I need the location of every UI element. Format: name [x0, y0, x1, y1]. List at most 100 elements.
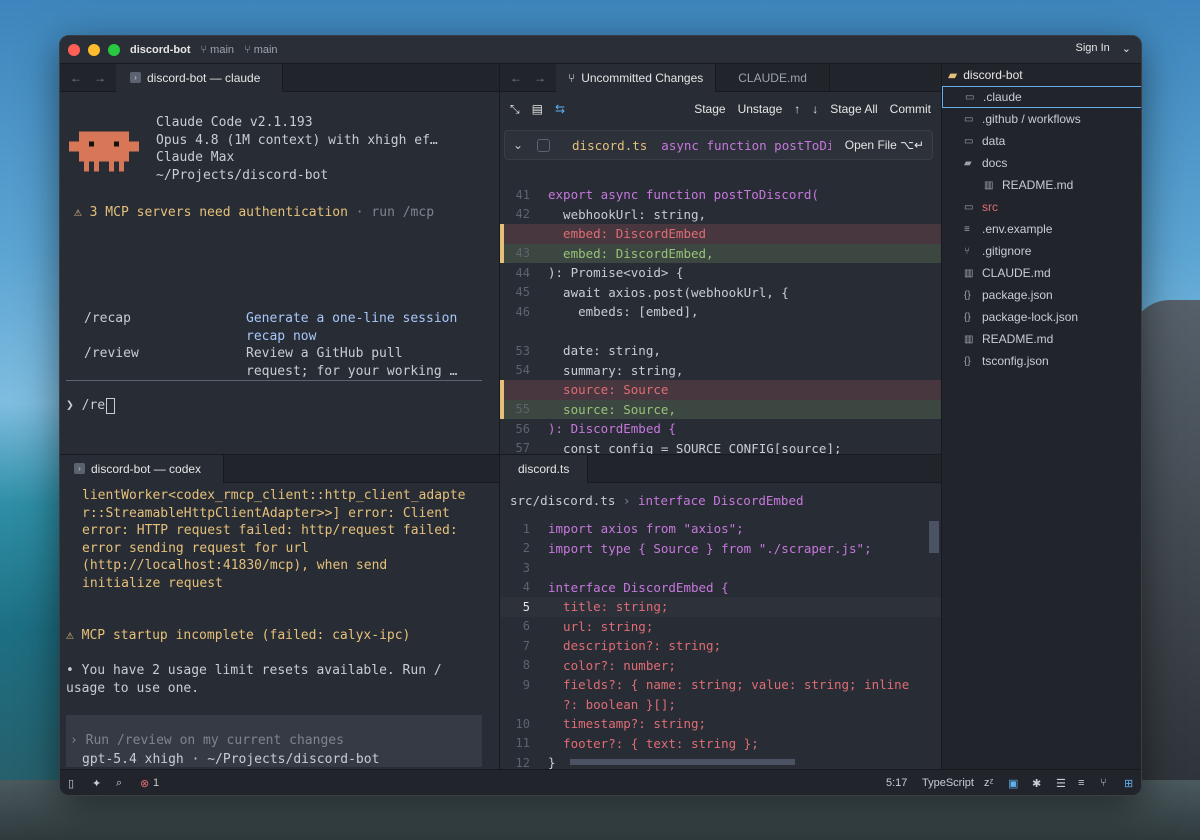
stage-all-button[interactable]: Stage All: [830, 102, 877, 116]
plan-text: Claude Max: [156, 150, 235, 165]
tree-item[interactable]: ▭ src: [964, 196, 998, 218]
tab-claude-terminal[interactable]: › discord-bot — claude: [116, 64, 284, 92]
breadcrumb-separator-icon: ›: [615, 492, 638, 508]
usage-line: usage to use one.: [66, 680, 200, 696]
tree-item[interactable]: ▥ README.md: [964, 328, 1053, 350]
zoom-button[interactable]: [108, 43, 120, 56]
tree-item[interactable]: {} tsconfig.json: [964, 350, 1049, 372]
tab-discord-ts[interactable]: discord.ts: [500, 455, 589, 483]
scrollbar-thumb[interactable]: [929, 521, 939, 553]
error-icon[interactable]: ⊗: [140, 777, 149, 790]
staged-marker: [500, 399, 504, 419]
braces-icon: {}: [964, 289, 971, 301]
diff-line: 46 embeds: [embed],: [500, 302, 941, 322]
code-line: 3: [500, 558, 941, 578]
bug-icon[interactable]: ✱: [1032, 777, 1041, 790]
breadcrumb-symbol[interactable]: interface DiscordEmbed: [638, 493, 804, 508]
auth-warning: ⚠ 3 MCP servers need authentication: [74, 205, 348, 220]
folder-icon: ▭: [964, 113, 974, 125]
branch-selector[interactable]: ⑂ main: [201, 44, 235, 56]
line-number: 56: [515, 421, 530, 436]
auth-warning-hint: · run /mcp: [347, 205, 435, 220]
tree-item[interactable]: {} package.json: [964, 284, 1053, 306]
book-icon: ▥: [964, 333, 974, 345]
code-text: embed: DiscordEmbed,: [548, 245, 714, 261]
stage-button[interactable]: Stage: [694, 102, 725, 116]
wrap-icon[interactable]: ⇆: [555, 102, 565, 116]
tree-item[interactable]: ▭ data: [964, 130, 1005, 152]
tree-item[interactable]: ▭ .github / workflows: [964, 108, 1081, 130]
stage-checkbox[interactable]: [537, 138, 551, 152]
prompt-input[interactable]: ❯ /re: [66, 397, 116, 415]
code-text: title: string;: [548, 599, 669, 615]
horizontal-scrollbar[interactable]: [570, 759, 795, 765]
chevron-right-icon: ›: [70, 733, 86, 749]
breadcrumb-file[interactable]: src/discord.ts: [510, 493, 615, 508]
project-name[interactable]: discord-bot: [130, 44, 191, 56]
braces-icon: {}: [964, 355, 971, 367]
tree-root[interactable]: ▰ discord-bot: [948, 64, 1023, 86]
tab-claude-md[interactable]: CLAUDE.md: [716, 64, 830, 92]
tree-item[interactable]: ▥ CLAUDE.md: [964, 262, 1051, 284]
close-button[interactable]: [68, 43, 80, 56]
tab-uncommitted-changes[interactable]: ⑂ Uncommitted Changes: [556, 64, 717, 92]
up-arrow-icon[interactable]: ↑: [794, 102, 800, 116]
sidebar-toggle-icon[interactable]: ▯: [68, 777, 74, 790]
command-item[interactable]: /review Review a GitHub pull request; for…: [84, 345, 494, 380]
panel-icon[interactable]: ▣: [1008, 777, 1018, 790]
code-line: 1 import axios from "axios";: [500, 519, 941, 539]
line-number: 7: [522, 638, 530, 653]
git-icon[interactable]: ⑂: [1100, 777, 1107, 789]
minimize-button[interactable]: [88, 43, 100, 56]
code-text: const config = SOURCE_CONFIG[source];: [548, 440, 842, 454]
command-desc: request; for your working …: [246, 363, 458, 379]
tree-item-label: package.json: [982, 288, 1053, 302]
editor-pane: discord.ts src/discord.ts › interface Di…: [500, 454, 941, 769]
diff-line: 57 const config = SOURCE_CONFIG[source];: [500, 439, 941, 454]
down-arrow-icon[interactable]: ↓: [812, 102, 818, 116]
command-desc: Review a GitHub pull: [246, 346, 403, 361]
forward-arrow-icon[interactable]: →: [94, 71, 106, 85]
code-line: 8 color?: number;: [500, 656, 941, 676]
line-number: 3: [522, 560, 530, 575]
outline-icon[interactable]: ≡: [1078, 777, 1084, 789]
sign-in-button[interactable]: Sign In: [1076, 42, 1110, 55]
collapse-icon[interactable]: ⤡: [510, 102, 520, 117]
worktree-selector[interactable]: ⑂ main: [244, 44, 278, 56]
chevron-down-icon[interactable]: ⌄: [513, 138, 523, 152]
tree-item[interactable]: ⑂ .gitignore: [964, 240, 1031, 262]
tab-label: Uncommitted Changes: [581, 70, 704, 85]
layout-icon[interactable]: ⊞: [1124, 777, 1133, 790]
back-arrow-icon[interactable]: ←: [510, 71, 522, 85]
language-mode[interactable]: TypeScript: [922, 777, 974, 789]
tab-codex-terminal[interactable]: › discord-bot — codex: [60, 455, 225, 483]
forward-arrow-icon[interactable]: →: [534, 71, 546, 85]
open-file-button[interactable]: Open File ⌥↵: [845, 138, 924, 152]
line-number: 5: [522, 599, 530, 614]
editor-body[interactable]: 1 import axios from "axios"; 2 import type …: [500, 519, 941, 769]
chevron-down-icon[interactable]: ⌄: [1122, 42, 1131, 55]
tree-item[interactable]: ▰ docs: [964, 152, 1007, 174]
tree-item-label: .gitignore: [982, 244, 1032, 258]
code-text: }: [548, 755, 556, 769]
sleep-icon[interactable]: zᶻ: [984, 777, 993, 789]
search-icon[interactable]: ⌕: [116, 777, 122, 790]
commit-button[interactable]: Commit: [890, 102, 931, 116]
error-output: lientWorker<codex_rmcp_client::http_clie…: [82, 487, 466, 592]
tree-item[interactable]: ▭ .claude: [942, 86, 1141, 108]
command-item[interactable]: /recap Generate a one-line session recap …: [84, 310, 494, 345]
sparkle-icon[interactable]: ✦: [92, 777, 101, 790]
line-number: 44: [515, 265, 530, 280]
cursor: [106, 397, 116, 414]
error-count[interactable]: 1: [153, 777, 159, 789]
diff-line: 56): DiscordEmbed {: [500, 419, 941, 439]
layout-icon[interactable]: ▤: [532, 102, 543, 116]
cursor-position[interactable]: 5:17: [886, 777, 907, 789]
tree-item[interactable]: {} package-lock.json: [964, 306, 1078, 328]
back-arrow-icon[interactable]: ←: [70, 71, 82, 85]
tree-item[interactable]: ▥ README.md: [984, 174, 1073, 196]
unstage-button[interactable]: Unstage: [738, 102, 783, 116]
tree-item[interactable]: ≡ .env.example: [964, 218, 1052, 240]
list-icon[interactable]: ☰: [1056, 777, 1066, 790]
line-number: 41: [515, 187, 530, 202]
